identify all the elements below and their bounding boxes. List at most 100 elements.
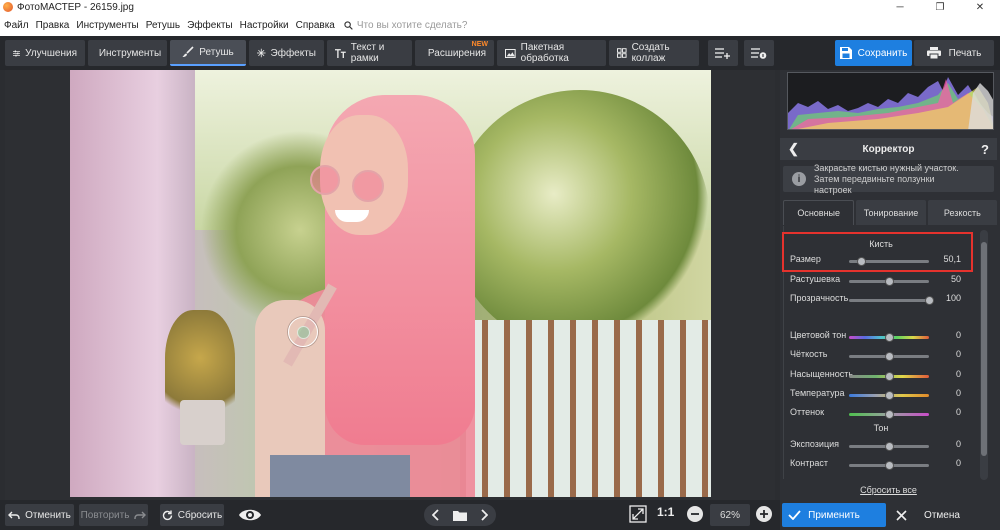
help-icon[interactable]: ? (981, 142, 989, 157)
scrollbar-thumb[interactable] (981, 242, 987, 456)
reset-all-link[interactable]: Сбросить все (780, 485, 997, 495)
slider-row-hue: Цветовой тон 0 (790, 330, 975, 344)
prev-image-icon[interactable] (432, 509, 440, 521)
slider-thumb[interactable] (924, 296, 934, 305)
menu-effects[interactable]: Эффекты (187, 20, 232, 31)
slider-thumb[interactable] (884, 333, 894, 342)
new-badge: NEW (471, 41, 488, 48)
tab-extensions-label: Расширения (427, 47, 487, 59)
menu-edit[interactable]: Правка (36, 20, 70, 31)
maximize-icon[interactable]: ❐ (920, 2, 960, 13)
panel-title: Корректор (862, 143, 915, 155)
slider-row-clarity: Чёткость 0 (790, 349, 975, 363)
slider-thumb[interactable] (884, 277, 894, 286)
undo-button[interactable]: Отменить (5, 504, 74, 526)
hue-slider[interactable] (849, 333, 929, 342)
slider-row-opacity: Прозрачность 100 (790, 293, 975, 307)
slider-thumb[interactable] (884, 442, 894, 451)
slider-label: Экспозиция (790, 439, 839, 449)
search-placeholder: Что вы хотите сделать? (356, 19, 468, 31)
redo-label: Повторить (80, 509, 130, 521)
slider-value[interactable]: 0 (956, 388, 961, 398)
save-button[interactable]: Сохранить (835, 40, 912, 66)
zoom-in-icon[interactable] (756, 506, 772, 522)
print-button[interactable]: Печать (914, 40, 994, 66)
add-preset-button[interactable] (708, 40, 738, 66)
menu-settings[interactable]: Настройки (240, 20, 289, 31)
slider-value[interactable]: 50 (951, 274, 961, 284)
cancel-button[interactable]: Отмена (890, 503, 994, 527)
slider-value[interactable]: 0 (956, 349, 961, 359)
slider-value[interactable]: 0 (956, 369, 961, 379)
tab-batch-processing[interactable]: Пакетная обработка (497, 40, 606, 66)
redo-button[interactable]: Повторить (79, 504, 148, 526)
preset-info-button[interactable] (744, 40, 774, 66)
slider-value[interactable]: 0 (956, 330, 961, 340)
tab-tools[interactable]: Инструменты (88, 40, 167, 66)
slider-thumb[interactable] (884, 410, 894, 419)
feather-slider[interactable] (849, 277, 929, 286)
folder-icon[interactable] (453, 510, 467, 521)
sparkle-icon (257, 48, 266, 58)
tab-toning[interactable]: Тонирование (856, 200, 926, 225)
slider-value[interactable]: 0 (956, 407, 961, 417)
tab-text-frames[interactable]: Текст и рамки (327, 40, 412, 66)
menu-tools[interactable]: Инструменты (76, 20, 138, 31)
close-x-icon (896, 509, 907, 521)
tab-extensions[interactable]: Расширения NEW (415, 40, 494, 66)
slider-label: Насыщенность (790, 369, 854, 379)
panel-tabs: Основные Тонирование Резкость (783, 200, 997, 225)
tab-retouch[interactable]: Ретушь (170, 40, 246, 66)
slider-label: Прозрачность (790, 293, 849, 303)
slider-thumb[interactable] (884, 352, 894, 361)
menu-file[interactable]: Файл (4, 20, 29, 31)
reset-label: Сбросить (177, 509, 223, 521)
apply-button[interactable]: Применить (782, 503, 886, 527)
menu-help[interactable]: Справка (296, 20, 335, 31)
saturation-slider[interactable] (849, 372, 929, 381)
tint-slider[interactable] (849, 410, 929, 419)
menu-retouch[interactable]: Ретушь (146, 20, 180, 31)
photo-canvas[interactable] (70, 70, 711, 497)
slider-value[interactable]: 100 (946, 293, 961, 303)
print-label: Печать (948, 47, 982, 59)
next-image-icon[interactable] (480, 509, 488, 521)
zoom-value[interactable]: 62% (710, 504, 750, 526)
sliders-icon (13, 50, 21, 56)
close-icon[interactable]: ✕ (960, 2, 1000, 13)
exposure-slider[interactable] (849, 442, 929, 451)
tab-enhancements[interactable]: Улучшения (5, 40, 85, 66)
slider-value[interactable]: 0 (956, 458, 961, 468)
window-title: ФотоМАСТЕР - 26159.jpg (17, 1, 134, 13)
menu-search[interactable]: Что вы хотите сделать? (344, 19, 468, 31)
slider-thumb[interactable] (884, 461, 894, 470)
tab-create-collage[interactable]: Создать коллаж (609, 40, 699, 66)
slider-label: Чёткость (790, 349, 828, 359)
reset-icon (162, 510, 172, 520)
cancel-label: Отмена (924, 509, 960, 521)
zoom-out-icon[interactable] (687, 506, 703, 522)
slider-thumb[interactable] (884, 372, 894, 381)
contrast-slider[interactable] (849, 461, 929, 470)
slider-label: Контраст (790, 458, 828, 468)
clarity-slider[interactable] (849, 352, 929, 361)
tab-effects-label: Эффекты (270, 47, 316, 59)
temperature-slider[interactable] (849, 391, 929, 400)
reset-button[interactable]: Сбросить (160, 504, 224, 526)
slider-thumb[interactable] (884, 391, 894, 400)
tab-retouch-label: Ретушь (199, 46, 234, 58)
tab-tools-label: Инструменты (98, 47, 162, 59)
slider-value[interactable]: 0 (956, 439, 961, 449)
zoom-actual-size[interactable]: 1:1 (657, 505, 674, 519)
fit-screen-icon[interactable] (629, 505, 647, 523)
tab-effects[interactable]: Эффекты (249, 40, 324, 66)
tab-sharpness[interactable]: Резкость (927, 200, 997, 225)
panel-scrollbar[interactable] (980, 230, 988, 480)
back-arrow-icon[interactable]: ❮ (788, 141, 799, 157)
undo-label: Отменить (25, 509, 71, 521)
opacity-slider[interactable] (849, 296, 934, 305)
apply-label: Применить (808, 509, 860, 521)
eye-icon[interactable] (238, 506, 262, 524)
tab-basic[interactable]: Основные (783, 200, 855, 225)
minimize-icon[interactable]: ─ (880, 2, 920, 13)
